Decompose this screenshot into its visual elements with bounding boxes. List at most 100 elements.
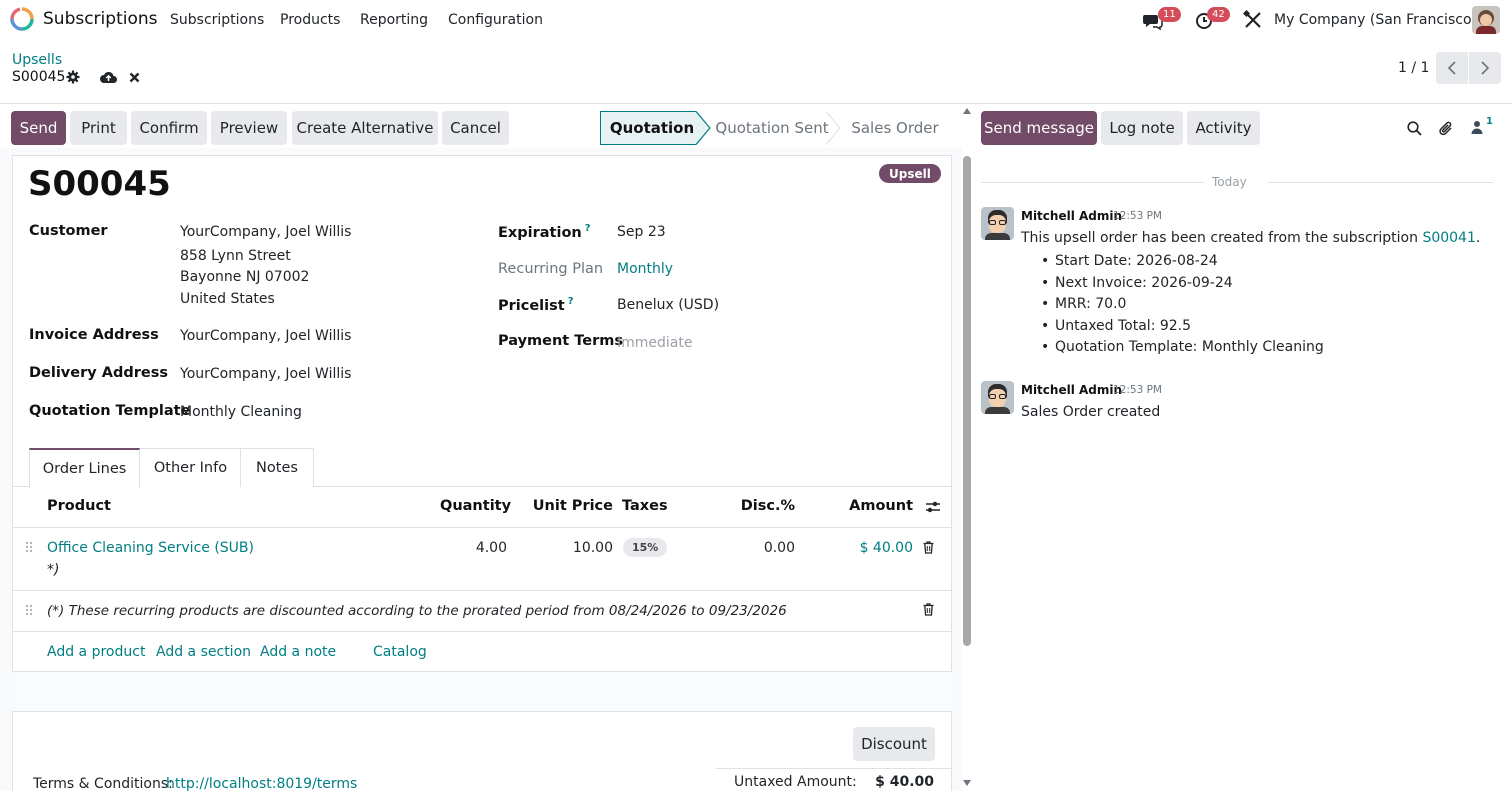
invoice-address-field[interactable]: YourCompany, Joel Willis [180,328,351,344]
user-avatar[interactable] [1472,6,1500,34]
untaxed-amount-value: $ 40.00 [875,774,934,790]
followers-icon[interactable] [1470,120,1484,135]
quotation-template-label: Quotation Template [29,403,191,419]
date-separator: Today [1212,175,1247,189]
tab-notes[interactable]: Notes [240,448,314,487]
log-note-button[interactable]: Log note [1101,111,1183,145]
catalog-link[interactable]: Catalog [373,644,427,660]
col-unit-price[interactable]: Unit Price [530,498,613,514]
upsell-badge: Upsell [879,164,941,183]
add-note-link[interactable]: Add a note [260,644,336,660]
top-navbar: Subscriptions Subscriptions Products Rep… [0,0,1512,40]
date-divider-right [1268,182,1493,183]
pager-previous-button[interactable] [1436,52,1468,84]
message-body: This upsell order has been created from … [1021,230,1480,246]
line-tax-badge[interactable]: 15% [623,538,668,557]
customer-street: 858 Lynn Street [180,248,291,264]
menu-products[interactable]: Products [280,12,340,28]
message-text-suffix: . [1475,230,1481,246]
line-quantity[interactable]: 4.00 [440,540,507,556]
menu-subscriptions[interactable]: Subscriptions [170,12,264,28]
list-item: • MRR: 70.0 [1041,296,1127,313]
breadcrumb-upsells[interactable]: Upsells [12,52,62,68]
message-bullets: • Start Date: 2026-08-24 • Next Invoice: 2… [1041,251,1324,359]
col-taxes[interactable]: Taxes [622,498,668,514]
quotation-template-field[interactable]: Monthly Cleaning [180,404,302,420]
search-icon[interactable] [1407,121,1422,136]
scroll-down-icon[interactable] [963,780,971,786]
line-discount[interactable]: 0.00 [730,540,795,556]
drag-handle-icon[interactable] [25,604,33,616]
tab-order-lines[interactable]: Order Lines [29,448,140,488]
message-author[interactable]: Mitchell Admin [1021,383,1122,397]
add-product-link[interactable]: Add a product [47,644,145,660]
subscription-link[interactable]: S00041 [1422,230,1475,246]
save-cloud-icon[interactable] [100,70,117,84]
stage-quotation-sent[interactable]: Quotation Sent [714,111,830,145]
tab-other-info[interactable]: Other Info [140,448,241,487]
app-logo-icon[interactable] [10,7,34,31]
create-alternative-button[interactable]: Create Alternative [292,111,438,145]
pricelist-field[interactable]: Benelux (USD) [617,297,719,313]
debug-tools-icon[interactable] [1243,10,1263,30]
payment-terms-label: Payment Terms [498,333,623,349]
stage-quotation[interactable]: Quotation [600,111,704,145]
date-divider-left [981,182,1204,183]
trash-icon[interactable] [923,541,934,554]
line-product-link[interactable]: Office Cleaning Service (SUB) [47,540,254,556]
form-scrollbar[interactable] [962,104,972,791]
pricelist-label: Pricelist? [498,296,574,314]
expiration-help-icon[interactable]: ? [585,223,591,234]
col-discount[interactable]: Disc.% [730,498,795,514]
send-button[interactable]: Send [11,111,66,145]
customer-name[interactable]: YourCompany, Joel Willis [180,224,351,240]
message-author[interactable]: Mitchell Admin [1021,209,1122,223]
trash-icon[interactable] [923,603,934,616]
avatar[interactable] [981,381,1014,414]
pager-next-button[interactable] [1469,52,1501,84]
confirm-button[interactable]: Confirm [131,111,207,145]
add-section-link[interactable]: Add a section [156,644,251,660]
send-message-button[interactable]: Send message [981,111,1097,145]
avatar[interactable] [981,207,1014,240]
col-product[interactable]: Product [47,498,111,514]
col-amount[interactable]: Amount [840,498,913,514]
order-title: S00045 [28,164,171,204]
discard-x-icon[interactable] [129,72,140,83]
gear-icon[interactable] [66,70,80,84]
table-header-divider [12,527,952,528]
discount-button[interactable]: Discount [853,727,935,761]
line-unit-price[interactable]: 10.00 [530,540,613,556]
message-text: This upsell order has been created from … [1021,230,1418,246]
followers-count[interactable]: 1 [1486,116,1493,127]
cancel-button[interactable]: Cancel [442,111,509,145]
drag-handle-icon[interactable] [25,541,33,553]
activity-button[interactable]: Activity [1187,111,1260,145]
breadcrumb-current-record: S00045 [12,69,66,85]
paperclip-icon[interactable] [1438,120,1454,137]
list-item: • Next Invoice: 2026-09-24 [1041,274,1233,291]
terms-link[interactable]: http://localhost:8019/terms [166,776,357,791]
expiration-field[interactable]: Sep 23 [617,224,666,240]
app-name[interactable]: Subscriptions [43,9,157,29]
print-button[interactable]: Print [70,111,127,145]
line-note-text[interactable]: (*) These recurring products are discoun… [47,603,787,619]
list-item: • Start Date: 2026-08-24 [1041,253,1218,269]
menu-reporting[interactable]: Reporting [360,12,428,28]
row-divider [12,631,952,632]
pager-value[interactable]: 1 / 1 [1398,60,1429,76]
column-settings-icon[interactable] [925,500,941,514]
scrollbar-thumb[interactable] [963,156,971,646]
recurring-plan-link[interactable]: Monthly [617,261,673,277]
customer-label: Customer [29,223,108,239]
delivery-address-field[interactable]: YourCompany, Joel Willis [180,366,351,382]
payment-terms-field[interactable]: Immediate [617,335,692,351]
preview-button[interactable]: Preview [211,111,287,145]
menu-configuration[interactable]: Configuration [448,12,543,28]
pricelist-help-icon[interactable]: ? [568,296,574,307]
expiration-label: Expiration? [498,223,591,241]
col-quantity[interactable]: Quantity [440,498,511,514]
company-switcher[interactable]: My Company (San Francisco) [1274,12,1477,28]
scroll-up-icon[interactable] [963,108,971,114]
stage-sales-order[interactable]: Sales Order [846,111,944,145]
